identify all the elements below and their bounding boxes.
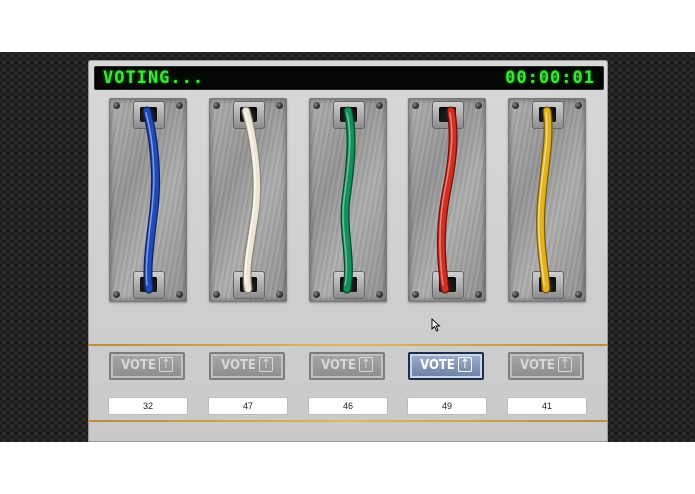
cable-plate-blue xyxy=(109,98,187,302)
vote-button-label: VOTE xyxy=(520,358,555,373)
arrow-up-icon: ↑ xyxy=(557,357,572,372)
white-cable xyxy=(241,106,262,294)
mouse-pointer-icon xyxy=(431,318,441,332)
arrow-up-icon: ↑ xyxy=(358,357,373,372)
cable-plate-yellow xyxy=(508,98,586,302)
yellow-cable xyxy=(536,106,553,294)
vote-button-label: VOTE xyxy=(121,358,156,373)
cable-plate-red xyxy=(408,98,486,302)
vote-count-yellow: 41 xyxy=(507,397,587,415)
vote-button-label: VOTE xyxy=(420,358,455,373)
vote-button-white[interactable]: VOTE ↑ xyxy=(209,352,285,380)
divider-bottom xyxy=(88,420,608,422)
voting-stage: VOTING... 00:00:01 VOTE ↑ VOTE ↑ VOTE ↑ … xyxy=(0,52,695,442)
arrow-up-icon: ↑ xyxy=(457,357,472,372)
timer-readout: 00:00:01 xyxy=(505,68,595,88)
vote-count-blue: 32 xyxy=(108,397,188,415)
cable-plate-white xyxy=(209,98,287,302)
red-cable xyxy=(436,106,458,294)
cable-plate-green xyxy=(309,98,387,302)
green-cable xyxy=(340,106,356,294)
vote-button-label: VOTE xyxy=(321,358,356,373)
vote-button-red[interactable]: VOTE ↑ xyxy=(408,352,484,380)
voting-console: VOTING... 00:00:01 VOTE ↑ VOTE ↑ VOTE ↑ … xyxy=(88,60,608,442)
vote-button-yellow[interactable]: VOTE ↑ xyxy=(508,352,584,380)
blue-cable xyxy=(142,106,161,294)
vote-button-label: VOTE xyxy=(221,358,256,373)
vote-button-blue[interactable]: VOTE ↑ xyxy=(109,352,185,380)
vote-count-green: 46 xyxy=(308,397,388,415)
status-display: VOTING... 00:00:01 xyxy=(94,66,604,90)
vote-button-green[interactable]: VOTE ↑ xyxy=(309,352,385,380)
arrow-up-icon: ↑ xyxy=(258,357,273,372)
arrow-up-icon: ↑ xyxy=(158,357,173,372)
vote-count-white: 47 xyxy=(208,397,288,415)
divider-top xyxy=(88,344,608,346)
voting-status: VOTING... xyxy=(103,68,205,88)
vote-count-red: 49 xyxy=(407,397,487,415)
